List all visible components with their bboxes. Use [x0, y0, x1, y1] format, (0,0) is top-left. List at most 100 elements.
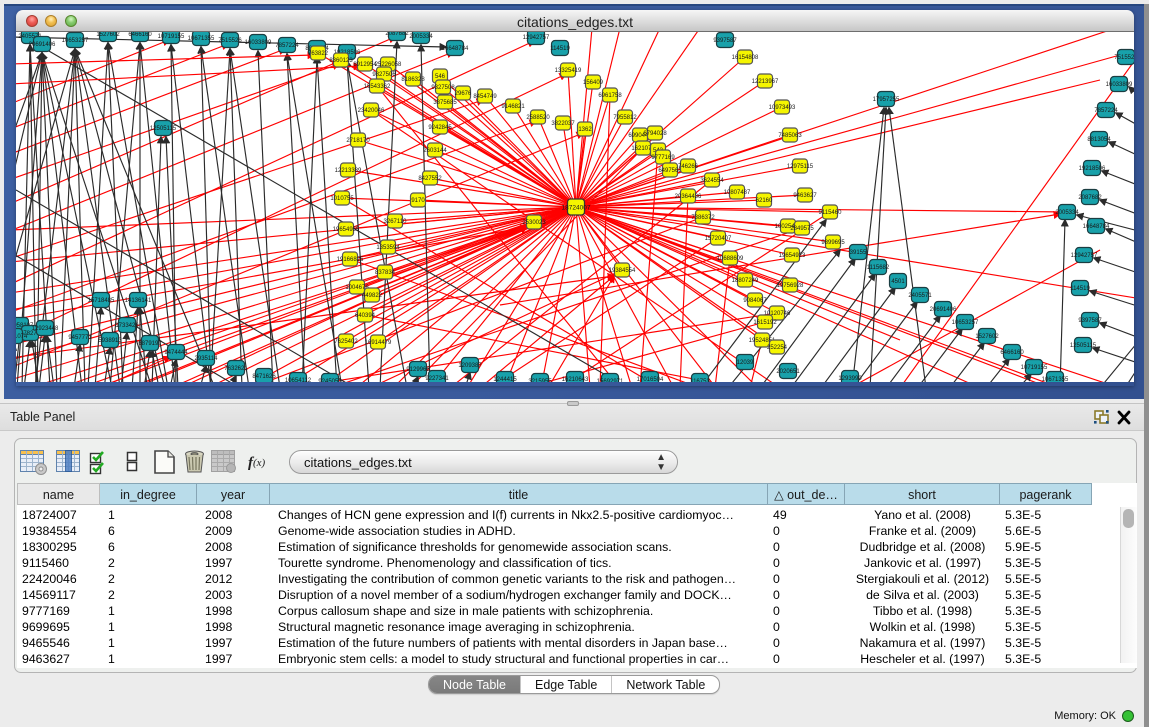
svg-text:14136141: 14136141: [125, 298, 152, 304]
svg-text:10653257: 10653257: [62, 38, 89, 44]
svg-text:9827506: 9827506: [372, 72, 396, 78]
svg-text:12213967: 12213967: [752, 79, 779, 85]
svg-text:7515526: 7515526: [218, 38, 242, 44]
svg-text:3822037: 3822037: [551, 121, 575, 127]
svg-text:7857224: 7857224: [275, 43, 299, 49]
svg-text:12505115: 12505115: [1070, 343, 1097, 349]
svg-text:1733426: 1733426: [115, 323, 139, 329]
svg-text:62160: 62160: [756, 198, 773, 204]
svg-text:12942757: 12942757: [1071, 253, 1098, 259]
svg-text:156409: 156409: [583, 80, 604, 86]
svg-text:7485063: 7485063: [778, 133, 802, 139]
svg-text:9777169: 9777169: [651, 155, 675, 161]
svg-text:18807249: 18807249: [732, 278, 759, 284]
svg-text:12923448: 12923448: [32, 326, 59, 332]
svg-text:20691406: 20691406: [29, 42, 56, 48]
svg-text:2849575: 2849575: [790, 226, 814, 232]
svg-text:10719155: 10719155: [158, 34, 185, 40]
svg-text:17957255: 17957255: [873, 97, 900, 103]
svg-text:7955812: 7955812: [613, 115, 637, 121]
svg-text:17016504: 17016504: [637, 377, 664, 382]
svg-text:20691406: 20691406: [930, 307, 957, 313]
svg-text:1362: 1362: [578, 127, 592, 133]
svg-text:10654112: 10654112: [285, 378, 312, 382]
svg-text:2603144: 2603144: [423, 148, 447, 154]
svg-text:6879197: 6879197: [138, 341, 162, 347]
svg-text:1615192: 1615192: [753, 320, 777, 326]
svg-text:7857224: 7857224: [1094, 108, 1118, 114]
svg-text:9899695: 9899695: [821, 240, 845, 246]
svg-text:1115682: 1115682: [867, 265, 890, 271]
svg-text:837834: 837834: [375, 270, 396, 276]
svg-text:19384554: 19384554: [609, 268, 636, 274]
svg-text:15720407: 15720407: [705, 236, 732, 242]
svg-text:(x): (x): [253, 457, 266, 469]
svg-text:9457771: 9457771: [68, 335, 92, 341]
svg-text:3267110: 3267110: [384, 219, 408, 225]
svg-text:23420046: 23420046: [358, 108, 385, 114]
svg-text:1209387: 1209387: [458, 363, 482, 369]
svg-text:2588520: 2588520: [526, 115, 550, 121]
svg-text:2530023: 2530023: [522, 220, 546, 226]
svg-text:114519: 114519: [550, 46, 570, 52]
svg-text:9397587: 9397587: [1078, 318, 1102, 324]
svg-text:16154808: 16154808: [732, 55, 759, 61]
svg-text:10671355: 10671355: [1042, 377, 1069, 382]
svg-text:2935114: 2935114: [195, 356, 219, 362]
svg-text:16033809: 16033809: [245, 40, 272, 46]
svg-text:6794028: 6794028: [643, 131, 667, 137]
svg-text:546: 546: [435, 74, 446, 80]
svg-text:9245052: 9245052: [318, 379, 342, 382]
svg-text:9242845: 9242845: [428, 125, 452, 131]
svg-text:8427552: 8427552: [418, 176, 442, 182]
svg-text:8360123: 8360123: [329, 58, 353, 64]
svg-text:2405571: 2405571: [908, 293, 932, 299]
svg-text:9227341: 9227341: [425, 376, 449, 382]
svg-text:2087682: 2087682: [385, 32, 409, 37]
svg-text:16914479: 16914479: [365, 340, 392, 346]
svg-text:7515526: 7515526: [1114, 55, 1134, 61]
svg-text:19654955: 19654955: [333, 227, 360, 233]
svg-text:8186328: 8186328: [401, 77, 425, 83]
svg-text:2005334: 2005334: [409, 34, 433, 40]
svg-text:746266: 746266: [678, 164, 699, 170]
svg-text:16033809: 16033809: [1106, 82, 1133, 88]
svg-text:7625402: 7625402: [334, 339, 358, 345]
svg-text:9146821: 9146821: [501, 104, 525, 110]
svg-text:15692971: 15692971: [597, 379, 624, 382]
svg-text:12942757: 12942757: [523, 35, 550, 41]
svg-text:16648784: 16648784: [442, 46, 469, 52]
svg-text:10973493: 10973493: [769, 105, 796, 111]
svg-text:1527602: 1527602: [975, 334, 999, 340]
svg-text:13325419: 13325419: [555, 68, 582, 74]
svg-text:449822: 449822: [362, 293, 383, 299]
svg-text:3215955: 3215955: [528, 379, 552, 382]
svg-text:12505115: 12505115: [150, 126, 177, 132]
svg-text:10807487: 10807487: [724, 190, 751, 196]
svg-text:20364436: 20364436: [675, 194, 702, 200]
svg-text:1527602: 1527602: [96, 32, 120, 38]
svg-text:39155: 39155: [850, 250, 867, 256]
svg-text:5938913: 5938913: [98, 338, 122, 344]
svg-text:252254: 252254: [767, 345, 788, 351]
svg-text:1010755: 1010755: [330, 196, 354, 202]
svg-text:19218506: 19218506: [1079, 166, 1106, 172]
svg-text:16543362: 16543362: [364, 84, 391, 90]
svg-text:1293990: 1293990: [838, 376, 862, 382]
svg-text:8471626: 8471626: [252, 374, 276, 380]
svg-text:640394: 640394: [355, 313, 376, 319]
svg-text:7386372: 7386372: [691, 215, 715, 221]
svg-text:9474444: 9474444: [164, 350, 188, 356]
svg-text:9463627: 9463627: [793, 193, 817, 199]
svg-text:2087682: 2087682: [1078, 195, 1102, 201]
svg-text:8813054: 8813054: [1087, 137, 1111, 143]
svg-text:6466160: 6466160: [1000, 350, 1024, 356]
svg-text:19756928: 19756928: [777, 283, 804, 289]
svg-text:9084067: 9084067: [743, 298, 767, 304]
svg-text:1353594: 1353594: [376, 245, 400, 251]
svg-text:9397587: 9397587: [713, 38, 737, 44]
svg-text:8454749: 8454749: [473, 94, 497, 100]
svg-text:16648784: 16648784: [1083, 224, 1110, 230]
svg-text:2020651: 2020651: [776, 369, 800, 375]
svg-text:12039: 12039: [737, 360, 754, 366]
